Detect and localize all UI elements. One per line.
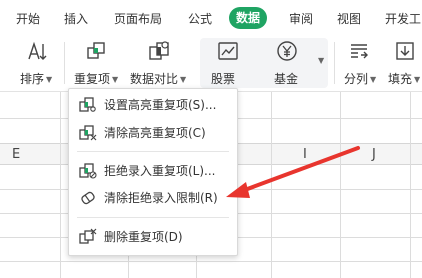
reject-duplicates-icon bbox=[79, 163, 97, 179]
split-columns-icon bbox=[351, 44, 368, 59]
menu-item-reject-duplicate-entry[interactable]: 拒绝录入重复项(L)... bbox=[69, 159, 237, 183]
remove-duplicates-icon bbox=[79, 228, 97, 244]
duplicates-dropdown-menu: 设置高亮重复项(S)... 清除高亮重复项(C) 拒绝录入重复项(L)... 清… bbox=[68, 88, 238, 256]
tab-page-layout[interactable]: 页面布局 bbox=[114, 9, 162, 29]
clear-highlight-icon bbox=[79, 125, 97, 141]
duplicates-button[interactable]: 重复项 ▼ bbox=[72, 34, 124, 92]
data-compare-button[interactable]: 数据对比 ▼ bbox=[130, 34, 194, 92]
duplicates-icon bbox=[87, 42, 105, 59]
menu-separator bbox=[77, 151, 229, 152]
menu-item-label: 清除拒绝录入限制(R) bbox=[104, 191, 218, 205]
tab-view[interactable]: 视图 bbox=[337, 9, 361, 29]
ribbon-toolbar: 排序 ▼ 重复项 ▼ 数据对比 ▼ 股票 基金 ▼ 分列 ▼ 填充 ▼ bbox=[0, 34, 422, 92]
menu-item-set-highlight-duplicates[interactable]: 设置高亮重复项(S)... bbox=[69, 93, 237, 117]
grid-line bbox=[60, 92, 61, 278]
chevron-down-icon: ▼ bbox=[46, 75, 53, 84]
ribbon-tab-bar: 开始 插入 页面布局 公式 数据 审阅 视图 开发工 bbox=[0, 0, 422, 34]
menu-item-label: 设置高亮重复项(S)... bbox=[104, 98, 217, 112]
highlight-duplicates-icon bbox=[79, 97, 96, 112]
stock-chart-icon bbox=[218, 42, 238, 60]
fill-label: 填充 bbox=[388, 72, 413, 86]
column-header-j[interactable]: J bbox=[372, 147, 376, 162]
stock-label: 股票 bbox=[211, 72, 236, 86]
data-compare-icon bbox=[149, 41, 169, 60]
duplicates-label: 重复项 bbox=[74, 72, 111, 86]
sort-label: 排序 bbox=[20, 72, 45, 86]
grid-line bbox=[0, 261, 422, 262]
column-header-i[interactable]: I bbox=[303, 147, 307, 162]
tab-review[interactable]: 审阅 bbox=[289, 9, 313, 29]
fund-button[interactable]: 基金 bbox=[266, 34, 318, 92]
grid-line bbox=[271, 92, 272, 278]
fill-button[interactable]: 填充 ▼ bbox=[386, 34, 422, 92]
chevron-down-icon: ▼ bbox=[370, 75, 377, 84]
data-compare-label: 数据对比 bbox=[130, 72, 179, 86]
tab-developer[interactable]: 开发工 bbox=[385, 9, 421, 29]
sort-icon bbox=[28, 41, 47, 60]
column-header-e[interactable]: E bbox=[12, 147, 20, 162]
eraser-icon bbox=[81, 191, 95, 205]
grid-line bbox=[340, 92, 341, 278]
chevron-down-icon: ▼ bbox=[112, 75, 119, 84]
tab-data[interactable]: 数据 bbox=[229, 7, 268, 29]
split-columns-label: 分列 bbox=[344, 72, 369, 86]
ribbon-divider bbox=[334, 42, 335, 84]
tab-insert[interactable]: 插入 bbox=[64, 9, 88, 29]
fund-label: 基金 bbox=[274, 72, 299, 86]
menu-item-clear-highlight-duplicates[interactable]: 清除高亮重复项(C) bbox=[69, 121, 237, 145]
menu-item-label: 拒绝录入重复项(L)... bbox=[104, 164, 216, 178]
fund-dropdown-caret[interactable]: ▼ bbox=[318, 56, 324, 65]
fill-down-icon bbox=[396, 42, 414, 60]
chevron-down-icon: ▼ bbox=[414, 75, 421, 84]
chevron-down-icon: ▼ bbox=[180, 75, 187, 84]
menu-item-remove-duplicates[interactable]: 删除重复项(D) bbox=[69, 225, 237, 249]
menu-separator bbox=[77, 217, 229, 218]
menu-item-label: 清除高亮重复项(C) bbox=[104, 126, 206, 140]
menu-item-label: 删除重复项(D) bbox=[104, 230, 183, 244]
menu-item-clear-reject-restriction[interactable]: 清除拒绝录入限制(R) bbox=[69, 186, 237, 210]
tab-formulas[interactable]: 公式 bbox=[188, 9, 212, 29]
stock-button[interactable]: 股票 bbox=[208, 34, 248, 92]
grid-line bbox=[410, 92, 411, 278]
tab-home[interactable]: 开始 bbox=[16, 9, 40, 29]
ribbon-divider bbox=[64, 42, 65, 84]
sort-button[interactable]: 排序 ▼ bbox=[18, 34, 58, 92]
split-columns-button[interactable]: 分列 ▼ bbox=[340, 34, 382, 92]
yen-coin-icon bbox=[277, 41, 297, 61]
